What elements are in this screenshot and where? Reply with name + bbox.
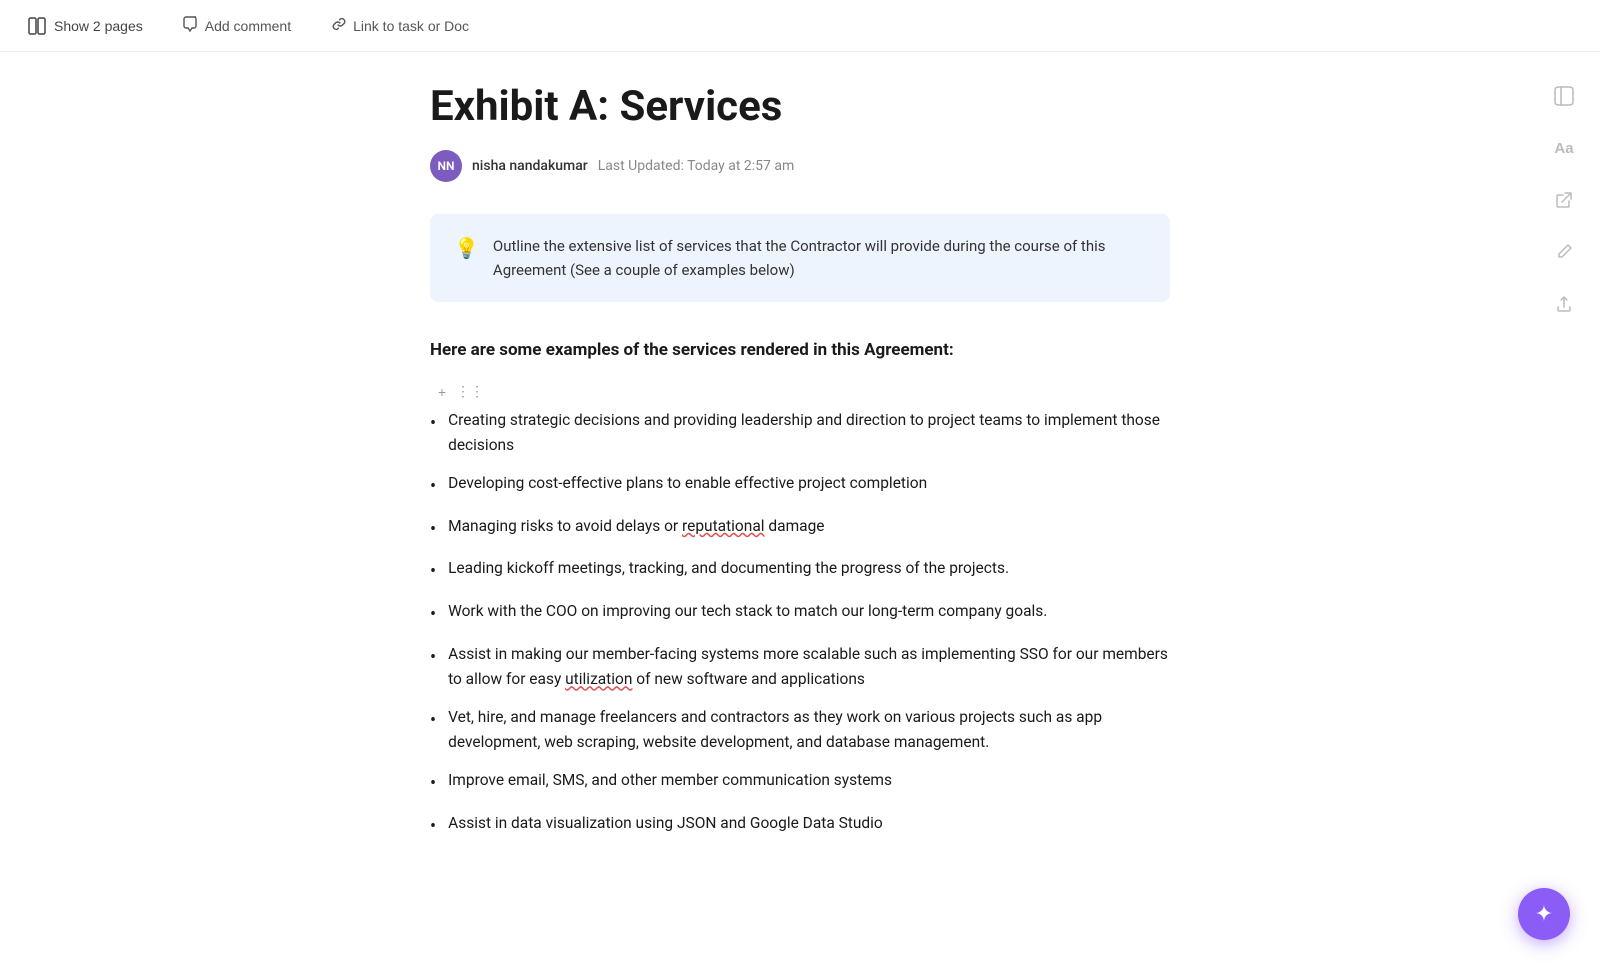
list-item: Creating strategic decisions and providi… — [430, 408, 1170, 459]
wavy-underline-word: utilization — [565, 670, 632, 688]
author-row: NN nisha nandakumar Last Updated: Today … — [430, 150, 1170, 182]
drag-block-button[interactable]: ⋮⋮ — [458, 380, 482, 404]
export-button[interactable] — [1548, 288, 1580, 320]
list-item: Work with the COO on improving our tech … — [430, 599, 1170, 630]
font-size-icon: Aa — [1554, 140, 1573, 157]
list-item-text: Developing cost-effective plans to enabl… — [448, 471, 927, 497]
show-pages-label: Show 2 pages — [54, 18, 143, 34]
list-item-text: Improve email, SMS, and other member com… — [448, 768, 892, 794]
list-item: Vet, hire, and manage freelancers and co… — [430, 705, 1170, 756]
top-toolbar: Show 2 pages Add comment Link to task or… — [0, 0, 1600, 52]
show-pages-button[interactable]: Show 2 pages — [20, 13, 151, 39]
fab-icon: ✦ — [1535, 901, 1553, 927]
avatar: NN — [430, 150, 462, 182]
list-item-text: Assist in data visualization using JSON … — [448, 811, 883, 837]
callout-emoji: 💡 — [454, 236, 479, 260]
list-item: Assist in data visualization using JSON … — [430, 811, 1170, 842]
wavy-underline-word: reputational — [682, 517, 765, 535]
add-block-button[interactable]: + — [430, 380, 454, 404]
link-to-task-label: Link to task or Doc — [353, 18, 469, 34]
comment-icon — [183, 16, 199, 35]
pages-icon — [28, 17, 46, 35]
list-item: Assist in making our member-facing syste… — [430, 642, 1170, 693]
edit-button[interactable] — [1548, 236, 1580, 268]
add-comment-label: Add comment — [205, 18, 291, 34]
author-name: nisha nandakumar — [472, 158, 588, 174]
last-updated: Last Updated: Today at 2:57 am — [598, 158, 795, 174]
sidebar-toggle-button[interactable] — [1548, 80, 1580, 112]
section-heading: Here are some examples of the services r… — [430, 338, 1170, 364]
fab-button[interactable]: ✦ — [1518, 888, 1570, 940]
list-item: Managing risks to avoid delays or reputa… — [430, 514, 1170, 545]
main-content: Exhibit A: Services NN nisha nandakumar … — [370, 52, 1230, 913]
link-to-task-button[interactable]: Link to task or Doc — [323, 12, 477, 39]
list-item: Improve email, SMS, and other member com… — [430, 768, 1170, 799]
list-item-text: Assist in making our member-facing syste… — [448, 642, 1170, 693]
list-item-text: Vet, hire, and manage freelancers and co… — [448, 705, 1170, 756]
bullet-list: Creating strategic decisions and providi… — [430, 408, 1170, 842]
link-icon — [331, 16, 347, 35]
callout-box: 💡 Outline the extensive list of services… — [430, 214, 1170, 302]
list-item-text: Work with the COO on improving our tech … — [448, 599, 1047, 625]
block-controls: + ⋮⋮ — [430, 380, 1170, 404]
list-item-text: Leading kickoff meetings, tracking, and … — [448, 556, 1009, 582]
page-title: Exhibit A: Services — [430, 82, 1170, 132]
add-comment-button[interactable]: Add comment — [175, 12, 299, 39]
list-item: Leading kickoff meetings, tracking, and … — [430, 556, 1170, 587]
right-sidebar: Aa — [1548, 80, 1580, 320]
list-item: Developing cost-effective plans to enabl… — [430, 471, 1170, 502]
font-size-button[interactable]: Aa — [1548, 132, 1580, 164]
callout-text: Outline the extensive list of services t… — [493, 234, 1146, 282]
list-item-text: Creating strategic decisions and providi… — [448, 408, 1170, 459]
share-button[interactable] — [1548, 184, 1580, 216]
list-item-text: Managing risks to avoid delays or reputa… — [448, 514, 824, 540]
